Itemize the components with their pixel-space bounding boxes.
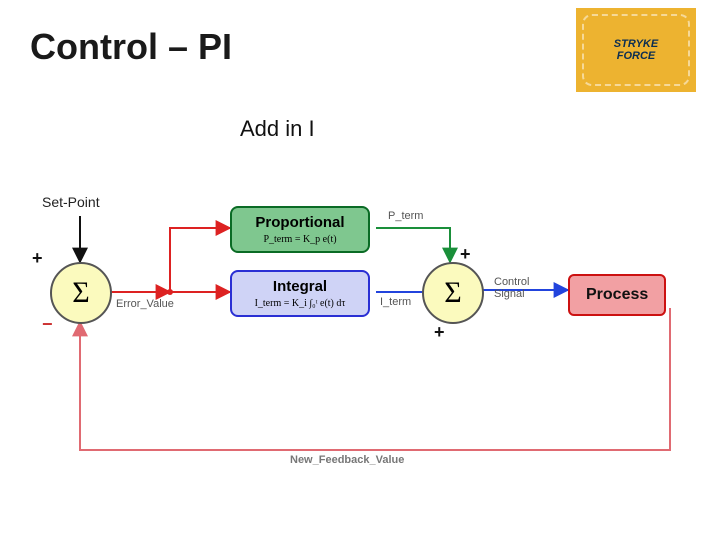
label-i-term: I_term	[380, 296, 411, 308]
block-integral: Integral I_term = K_i ∫₀ᵗ e(t) dτ	[230, 270, 370, 317]
sign-plus-2b: +	[434, 322, 445, 343]
sigma-icon-2: Σ	[444, 276, 461, 310]
slide-title: Control – PI	[30, 26, 232, 68]
block-process: Process	[568, 274, 666, 316]
summing-junction-1: Σ	[50, 262, 112, 324]
proportional-equation: P_term = K_p e(t)	[242, 235, 358, 245]
label-setpoint: Set-Point	[42, 194, 100, 210]
label-control-signal-2: Signal	[494, 288, 529, 300]
slide-subtitle: Add in I	[240, 116, 315, 142]
sign-plus-1: +	[32, 248, 43, 269]
summing-junction-2: Σ	[422, 262, 484, 324]
label-error: Error_Value	[116, 298, 174, 310]
gear-icon	[582, 14, 690, 86]
integral-title: Integral	[242, 278, 358, 295]
integral-equation: I_term = K_i ∫₀ᵗ e(t) dτ	[242, 299, 358, 309]
label-control-signal-1: Control	[494, 276, 529, 288]
team-logo: STRYKE FORCE	[576, 8, 696, 92]
label-control-signal: Control Signal	[494, 276, 529, 300]
block-proportional: Proportional P_term = K_p e(t)	[230, 206, 370, 253]
label-feedback: New_Feedback_Value	[290, 454, 404, 466]
pi-control-diagram: Set-Point Σ + − Error_Value Proportional…	[20, 190, 700, 500]
proportional-title: Proportional	[242, 214, 358, 231]
sigma-icon: Σ	[72, 276, 89, 310]
sign-minus-1: −	[42, 314, 53, 335]
label-p-term: P_term	[388, 210, 423, 222]
sign-plus-2a: +	[460, 244, 471, 265]
